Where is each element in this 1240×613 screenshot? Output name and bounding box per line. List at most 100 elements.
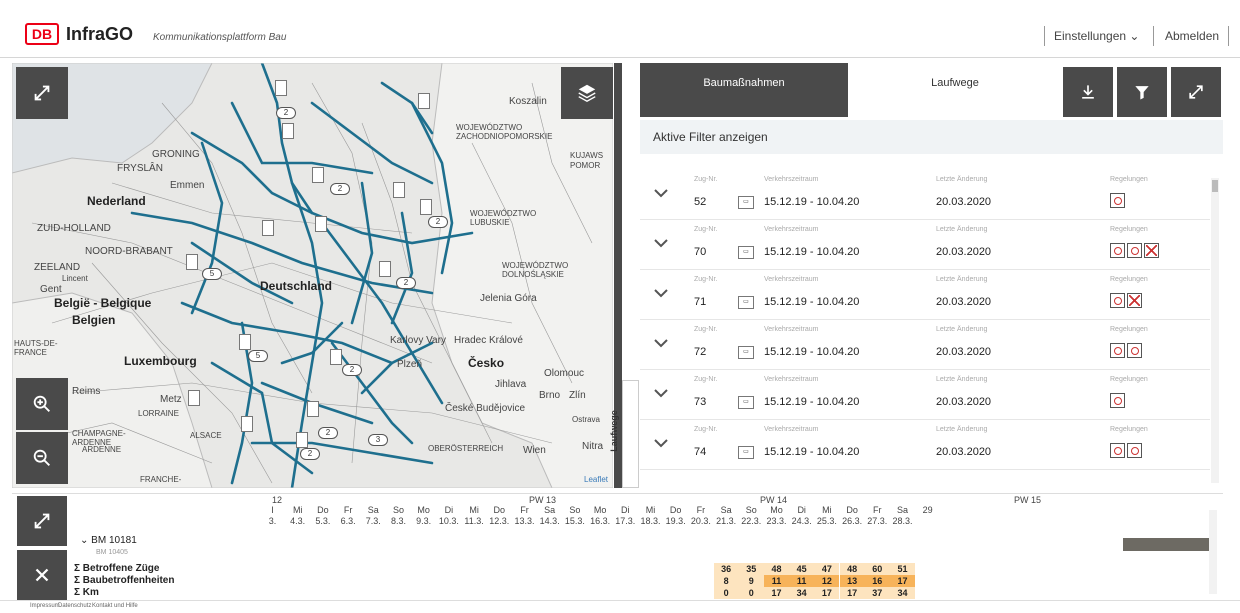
- tab-laufwege[interactable]: Laufwege: [848, 63, 1062, 117]
- zoom-out-button[interactable]: [16, 432, 68, 484]
- cluster-marker[interactable]: 2: [342, 364, 362, 376]
- list-item[interactable]: Zug-Nr. 70 ▭ Verkehrszeitraum 15.12.19 - 10.…: [640, 220, 1210, 270]
- cluster-marker[interactable]: 3: [368, 434, 388, 446]
- construction-marker[interactable]: [420, 199, 432, 215]
- scrollbar-thumb[interactable]: [1212, 180, 1218, 192]
- chevron-down-icon[interactable]: [652, 286, 670, 300]
- map-view[interactable]: Koszalin GRONING FRYSLÂN Emmen Nederland…: [12, 63, 613, 488]
- cluster-marker[interactable]: 2: [300, 448, 320, 460]
- calendar-icon[interactable]: ▭: [738, 296, 754, 309]
- sum-cell: 48: [839, 563, 865, 575]
- cluster-marker[interactable]: 2: [396, 277, 416, 289]
- zug-header: Zug-Nr.: [694, 276, 718, 283]
- chevron-down-icon[interactable]: [652, 336, 670, 350]
- calendar-icon[interactable]: ▭: [738, 346, 754, 359]
- cluster-marker[interactable]: 5: [202, 268, 222, 280]
- construction-marker[interactable]: [241, 416, 253, 432]
- construction-marker[interactable]: [262, 220, 274, 236]
- clock-rule-icon[interactable]: [1110, 443, 1125, 458]
- construction-marker[interactable]: [296, 432, 308, 448]
- chevron-down-icon[interactable]: [652, 236, 670, 250]
- layers-button[interactable]: [561, 67, 613, 119]
- chevron-down-icon[interactable]: [652, 386, 670, 400]
- clock-rule-icon[interactable]: [1110, 243, 1125, 258]
- construction-marker[interactable]: [418, 93, 430, 109]
- sum-row-label: Σ Km: [74, 587, 99, 598]
- calendar-icon[interactable]: ▭: [738, 246, 754, 259]
- app-header: DB InfraGO Kommunikationsplattform Bau E…: [0, 0, 1240, 58]
- list-item[interactable]: Zug-Nr. 74 ▭ Verkehrszeitraum 15.12.19 - 10.…: [640, 420, 1210, 470]
- sum-cell: 37: [864, 587, 890, 599]
- construction-marker[interactable]: [307, 401, 319, 417]
- clock-rule-icon[interactable]: [1110, 393, 1125, 408]
- cluster-marker[interactable]: 2: [330, 183, 350, 195]
- calendar-icon[interactable]: ▭: [738, 446, 754, 459]
- timeline-scrollbar[interactable]: [1209, 510, 1217, 594]
- construction-marker[interactable]: [330, 349, 342, 365]
- regelungen-header: Regelungen: [1110, 376, 1148, 383]
- list-scrollbar[interactable]: [1211, 178, 1219, 483]
- regelungen-icons: [1110, 393, 1127, 413]
- list-item[interactable]: Zug-Nr. 73 ▭ Verkehrszeitraum 15.12.19 - 10.…: [640, 370, 1210, 420]
- sum-cell: 48: [764, 563, 789, 575]
- expand-icon: [1189, 85, 1203, 99]
- list-item[interactable]: Zug-Nr. 71 ▭ Verkehrszeitraum 15.12.19 - 10.…: [640, 270, 1210, 320]
- regelungen-header: Regelungen: [1110, 426, 1148, 433]
- map-label: HAUTS-DE-FRANCE: [14, 339, 58, 357]
- calendar-icon[interactable]: ▭: [738, 396, 754, 409]
- construction-marker[interactable]: [282, 123, 294, 139]
- cluster-marker[interactable]: 2: [318, 427, 338, 439]
- datenschutz-link[interactable]: Datenschutz: [58, 603, 91, 609]
- clock-rule-icon[interactable]: [1110, 293, 1125, 308]
- clock-rule-icon[interactable]: [1127, 443, 1142, 458]
- star-rule-icon[interactable]: [1144, 243, 1159, 258]
- header-divider: [1044, 26, 1045, 46]
- side-tab-laufwege[interactable]: Laufwege: [609, 380, 639, 488]
- zug-nr: 72: [694, 346, 707, 358]
- expand-map-button[interactable]: [16, 67, 68, 119]
- construction-marker[interactable]: [239, 334, 251, 350]
- cluster-marker[interactable]: 5: [248, 350, 268, 362]
- map-label: Česko: [468, 356, 505, 370]
- tab-baumassnahmen[interactable]: Baumaßnahmen: [640, 63, 848, 117]
- expand-list-button[interactable]: [1171, 67, 1221, 117]
- db-logo[interactable]: DB: [25, 23, 59, 45]
- cluster-marker[interactable]: 2: [428, 216, 448, 228]
- chevron-down-icon[interactable]: [652, 186, 670, 200]
- impressum-link[interactable]: Impressum: [30, 603, 60, 609]
- active-filter-toggle[interactable]: Aktive Filter anzeigen: [640, 120, 1223, 154]
- letzte-aenderung: 20.03.2020: [936, 446, 992, 458]
- aenderung-header: Letzte Änderung: [936, 276, 988, 283]
- list-panel: Baumaßnahmen Laufwege Aktive Filter anze…: [640, 63, 1223, 488]
- construction-marker[interactable]: [188, 390, 200, 406]
- settings-menu[interactable]: Einstellungen ⌄: [1054, 29, 1139, 43]
- clock-rule-icon[interactable]: [1110, 343, 1125, 358]
- star-rule-icon[interactable]: [1127, 293, 1142, 308]
- zoom-in-button[interactable]: [16, 378, 68, 430]
- construction-marker[interactable]: [186, 254, 198, 270]
- kontakt-link[interactable]: Kontakt und Hilfe: [92, 603, 138, 609]
- construction-marker[interactable]: [312, 167, 324, 183]
- cluster-marker[interactable]: 2: [276, 107, 296, 119]
- filter-button[interactable]: [1117, 67, 1167, 117]
- zeitraum-header: Verkehrszeitraum: [764, 276, 819, 283]
- clock-rule-icon[interactable]: [1127, 243, 1142, 258]
- clock-rule-icon[interactable]: [1110, 193, 1125, 208]
- list-item[interactable]: Zug-Nr. 72 ▭ Verkehrszeitraum 15.12.19 - 10.…: [640, 320, 1210, 370]
- logout-link[interactable]: Abmelden: [1165, 29, 1219, 43]
- calendar-icon[interactable]: ▭: [738, 196, 754, 209]
- list-item[interactable]: Zug-Nr. 52 ▭ Verkehrszeitraum 15.12.19 - 10.…: [640, 170, 1210, 220]
- construction-marker[interactable]: [275, 80, 287, 96]
- construction-marker[interactable]: [393, 182, 405, 198]
- layers-icon: [578, 84, 596, 103]
- sum-label: Km: [82, 587, 99, 598]
- construction-marker[interactable]: [379, 261, 391, 277]
- map-attribution[interactable]: Leaflet: [584, 475, 608, 484]
- clock-rule-icon[interactable]: [1127, 343, 1142, 358]
- download-button[interactable]: [1063, 67, 1113, 117]
- chevron-down-icon[interactable]: [652, 436, 670, 450]
- construction-marker[interactable]: [315, 216, 327, 232]
- sum-cell: 17: [764, 587, 789, 599]
- regelungen-header: Regelungen: [1110, 176, 1148, 183]
- map-label: Deutschland: [260, 279, 333, 293]
